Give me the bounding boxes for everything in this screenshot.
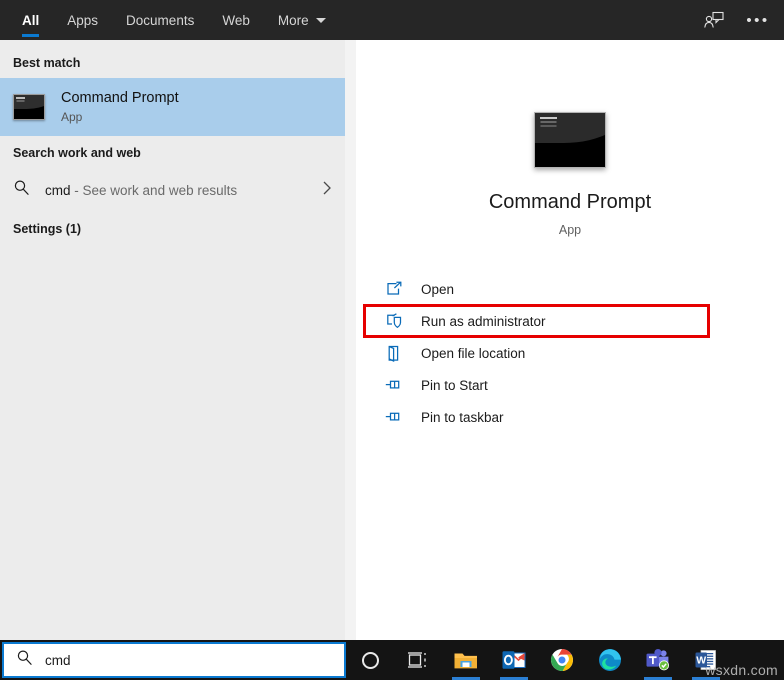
pane-divider — [345, 40, 356, 640]
preview-subtitle: App — [356, 223, 784, 237]
pin-icon — [384, 410, 404, 424]
teams-icon[interactable] — [634, 640, 682, 680]
search-filter-tabbar: All Apps Documents Web More — [0, 0, 784, 40]
action-open[interactable]: Open — [356, 273, 784, 305]
chevron-right-icon[interactable] — [322, 180, 332, 201]
action-pin-to-taskbar-label: Pin to taskbar — [421, 410, 504, 425]
tab-all-label: All — [22, 13, 39, 28]
feedback-person-icon[interactable] — [700, 6, 728, 34]
pin-icon — [384, 378, 404, 392]
tab-web[interactable]: Web — [208, 0, 264, 40]
open-external-icon — [384, 281, 404, 297]
outlook-icon[interactable] — [490, 640, 538, 680]
header-actions: ••• — [700, 0, 784, 40]
start-search-flyout: All Apps Documents Web More — [0, 0, 784, 640]
search-input[interactable]: cmd — [45, 653, 71, 668]
file-explorer-icon[interactable] — [442, 640, 490, 680]
action-pin-to-start-label: Pin to Start — [421, 378, 488, 393]
result-item-title: Command Prompt — [61, 89, 179, 107]
folder-open-icon — [384, 345, 404, 362]
app-actions-wrapper: Open Run as administrator — [356, 273, 784, 433]
web-result-query: cmd — [45, 183, 71, 198]
cortana-circle-icon[interactable] — [346, 640, 394, 680]
task-view-icon[interactable] — [394, 640, 442, 680]
tab-apps-label: Apps — [67, 13, 98, 28]
app-preview-pane: Command Prompt App — [356, 40, 784, 640]
results-list-pane: Best match Command Prompt App Search wor… — [0, 40, 345, 640]
edge-icon[interactable] — [586, 640, 634, 680]
web-result-label: cmd - See work and web results — [45, 183, 237, 198]
taskbar: cmd — [0, 640, 784, 680]
taskbar-search-box[interactable]: cmd — [2, 642, 346, 678]
tab-more[interactable]: More — [264, 0, 340, 40]
command-prompt-icon — [534, 112, 606, 168]
tab-all[interactable]: All — [8, 0, 53, 40]
settings-heading: Settings (1) — [0, 212, 345, 244]
chrome-icon[interactable] — [538, 640, 586, 680]
tab-apps[interactable]: Apps — [53, 0, 112, 40]
web-result-suffix: - See work and web results — [74, 183, 237, 198]
tab-more-label: More — [278, 13, 309, 28]
tab-documents-label: Documents — [126, 13, 194, 28]
ellipsis-icon[interactable]: ••• — [744, 6, 772, 34]
result-item-subtitle: App — [61, 110, 179, 125]
taskbar-icons: W — [346, 640, 730, 680]
screen: All Apps Documents Web More — [0, 0, 784, 680]
action-pin-to-start[interactable]: Pin to Start — [356, 369, 784, 401]
action-pin-to-taskbar[interactable]: Pin to taskbar — [356, 401, 784, 433]
tab-documents[interactable]: Documents — [112, 0, 208, 40]
search-work-and-web-heading: Search work and web — [0, 136, 345, 168]
page-title: Command Prompt — [356, 191, 784, 214]
action-open-file-location-label: Open file location — [421, 346, 525, 361]
watermark: wsxdn.com — [705, 662, 778, 678]
app-actions-list: Open Run as administrator — [356, 273, 784, 433]
result-item-command-prompt[interactable]: Command Prompt App — [0, 78, 345, 136]
search-icon — [16, 649, 33, 671]
result-item-text: Command Prompt App — [61, 89, 179, 125]
search-icon — [13, 179, 37, 201]
action-open-file-location[interactable]: Open file location — [356, 337, 784, 369]
action-run-as-administrator-label: Run as administrator — [421, 314, 546, 329]
best-match-heading: Best match — [0, 46, 345, 78]
chevron-down-icon — [316, 18, 326, 23]
tab-web-label: Web — [222, 13, 250, 28]
preview-header: Command Prompt App — [356, 40, 784, 237]
shield-icon — [384, 313, 404, 329]
web-result-row[interactable]: cmd - See work and web results — [0, 168, 345, 212]
action-run-as-administrator[interactable]: Run as administrator — [356, 305, 784, 337]
action-open-label: Open — [421, 282, 454, 297]
command-prompt-icon — [13, 94, 45, 120]
search-results-body: Best match Command Prompt App Search wor… — [0, 40, 784, 640]
